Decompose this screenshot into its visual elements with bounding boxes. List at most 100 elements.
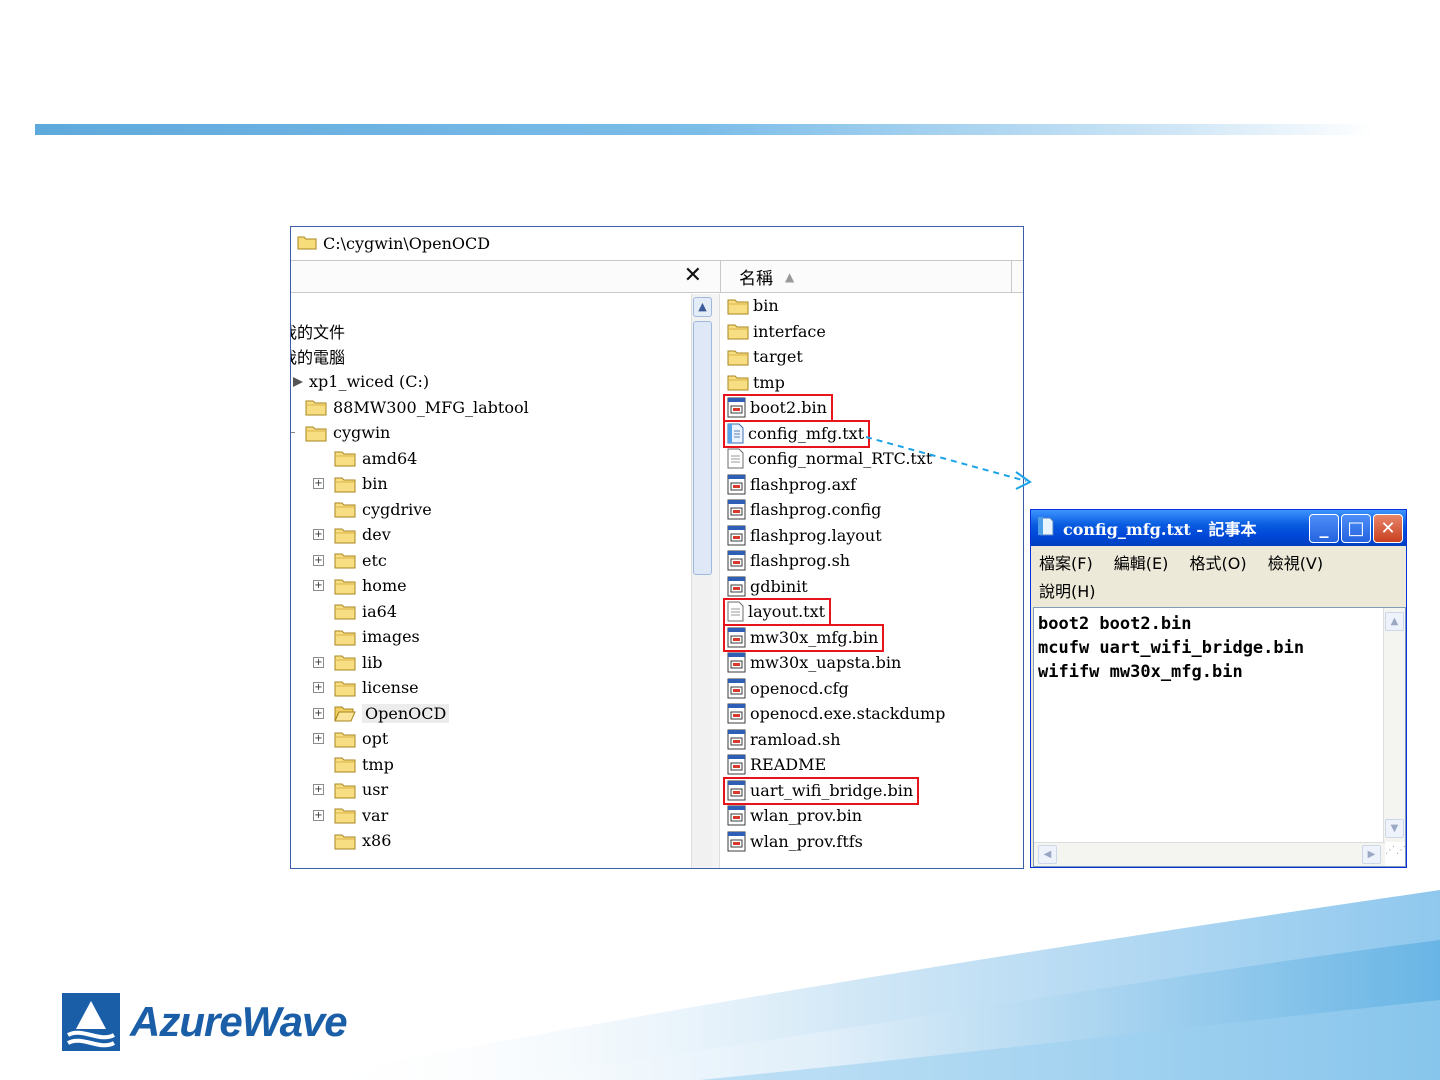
file-item[interactable]: bin (727, 294, 779, 318)
file-item[interactable]: target (727, 344, 803, 369)
menu-edit[interactable]: 編輯(E) (1114, 554, 1169, 573)
file-item[interactable]: flashprog.axf (727, 472, 856, 497)
file-item[interactable]: openocd.exe.stackdump (727, 701, 945, 726)
tree-item[interactable]: + etc (313, 548, 387, 573)
menu-help[interactable]: 說明(H) (1039, 582, 1096, 601)
expand-icon[interactable]: + (313, 478, 324, 489)
file-item[interactable]: mw30x_uapsta.bin (727, 650, 901, 675)
binary-file-icon (727, 729, 746, 750)
folder-icon (334, 526, 356, 544)
expand-icon[interactable]: + (313, 809, 324, 821)
tree-item[interactable]: + opt (313, 726, 388, 751)
file-name: target (753, 347, 803, 366)
minimize-button[interactable]: _ (1309, 513, 1339, 543)
folder-icon (334, 781, 356, 799)
scroll-up-icon[interactable]: ▲ (1385, 612, 1404, 631)
tree-item[interactable]: + usr (313, 777, 388, 802)
scroll-down-icon[interactable]: ▼ (1385, 819, 1404, 838)
column-header-name[interactable]: 名稱 ▲ (720, 261, 1023, 292)
notepad-title-bar[interactable]: config_mfg.txt - 記事本 _ □ ✕ (1031, 510, 1406, 546)
file-name: interface (753, 321, 826, 341)
file-item[interactable]: wlan_prov.ftfs (727, 829, 863, 854)
folder-tree-scrollbar[interactable]: ▲ (691, 294, 712, 868)
folder-icon (305, 424, 327, 442)
scroll-thumb[interactable] (693, 321, 712, 575)
tree-item[interactable]: images (313, 624, 420, 649)
file-item[interactable]: config_normal_RTC.txt (727, 446, 932, 471)
file-item[interactable]: interface (727, 319, 826, 344)
expand-icon[interactable]: + (313, 784, 324, 795)
folder-tree: 我的文件我的電腦 xp1_wiced (C:) 88MW300_MFG_labtoo… (291, 294, 691, 868)
notepad-text-area[interactable]: boot2 boot2.bin mcufw uart_wifi_bridge.bi… (1033, 607, 1406, 867)
tree-item-label: cygwin (333, 423, 391, 442)
tree-item-label: bin (362, 474, 388, 493)
file-item[interactable]: gdbinit (727, 574, 808, 599)
tree-item[interactable]: amd64 (313, 446, 417, 471)
logo-mark-icon (62, 993, 120, 1051)
scroll-up-icon[interactable]: ▲ (693, 297, 712, 317)
file-item[interactable]: flashprog.sh (727, 548, 850, 573)
tree-item[interactable]: 我的文件 (291, 318, 345, 343)
notepad-menu-bar: 檔案(F) 編輯(E) 格式(O) 檢視(V) 說明(H) (1031, 546, 1406, 606)
expand-icon[interactable]: + (313, 707, 324, 719)
tree-item[interactable]: + home (313, 573, 407, 598)
file-item[interactable]: ramload.sh (727, 727, 841, 752)
file-item[interactable]: tmp (727, 370, 785, 395)
scroll-right-icon[interactable]: ▶ (1362, 845, 1381, 864)
expand-icon[interactable]: + (313, 580, 324, 591)
tree-item[interactable]: x86 (313, 828, 391, 853)
file-item[interactable]: openocd.cfg (727, 676, 849, 701)
column-name-label: 名稱 (739, 269, 773, 289)
notepad-horizontal-scrollbar[interactable]: ◀ ▶ (1034, 842, 1385, 866)
pane-splitter[interactable] (712, 294, 720, 868)
tree-item[interactable]: + bin (313, 471, 388, 496)
folder-icon (334, 679, 356, 697)
tree-item[interactable]: 88MW300_MFG_labtool (305, 395, 529, 420)
menu-file[interactable]: 檔案(F) (1039, 554, 1093, 573)
tree-item-label: 我的文件 (291, 322, 346, 342)
tree-item[interactable]: cygwin (291, 420, 391, 445)
menu-format[interactable]: 格式(O) (1190, 554, 1247, 573)
expand-icon[interactable]: + (313, 554, 324, 566)
tree-item[interactable]: + var (313, 803, 388, 828)
binary-file-icon (727, 831, 746, 852)
close-folders-pane-button[interactable]: ✕ (684, 263, 702, 288)
binary-file-icon (727, 652, 746, 673)
file-item[interactable]: wlan_prov.bin (727, 803, 862, 828)
address-bar[interactable]: C:\cygwin\OpenOCD (291, 227, 1023, 261)
file-item[interactable]: README (727, 752, 826, 777)
folder-icon (297, 234, 317, 254)
scroll-left-icon[interactable]: ◀ (1038, 845, 1057, 864)
file-item[interactable]: flashprog.config (727, 497, 881, 522)
tree-item[interactable]: + OpenOCD (313, 701, 450, 726)
tree-item[interactable]: + lib (313, 650, 382, 675)
file-name: README (750, 755, 827, 774)
tree-item[interactable]: cygdrive (313, 497, 432, 522)
company-logo: AzureWave (62, 993, 348, 1051)
column-divider[interactable] (1011, 261, 1023, 292)
menu-view[interactable]: 檢視(V) (1268, 554, 1323, 573)
expand-icon[interactable]: + (313, 733, 324, 744)
notepad-vertical-scrollbar[interactable]: ▲ ▼ (1383, 608, 1405, 842)
tree-item[interactable]: + dev (313, 522, 391, 547)
binary-file-icon (727, 499, 746, 520)
tree-item-label: images (362, 627, 420, 646)
close-button[interactable]: ✕ (1373, 513, 1403, 543)
tree-item-label: tmp (362, 754, 394, 774)
tree-item[interactable]: + license (313, 675, 419, 700)
tree-item[interactable]: xp1_wiced (C:) (291, 369, 429, 394)
maximize-button[interactable]: □ (1341, 513, 1371, 543)
tree-item[interactable]: tmp (313, 752, 394, 777)
tree-item[interactable]: 我的電腦 (291, 344, 345, 369)
text-line: boot2 boot2.bin (1038, 614, 1192, 634)
tree-item[interactable]: ia64 (313, 599, 397, 624)
expand-icon[interactable]: + (313, 529, 324, 540)
explorer-window: C:\cygwin\OpenOCD ✕ 名稱 ▲ 我的文件我的電腦 xp1_wic… (290, 226, 1024, 869)
folder-icon (727, 322, 749, 340)
resize-grip-icon[interactable]: ⋰⋰ (1385, 846, 1406, 864)
expand-icon[interactable]: + (313, 656, 324, 668)
expand-icon[interactable]: + (313, 682, 324, 693)
file-item[interactable]: flashprog.layout (727, 523, 882, 548)
collapse-icon[interactable] (291, 432, 295, 433)
file-name: openocd.cfg (750, 678, 849, 698)
